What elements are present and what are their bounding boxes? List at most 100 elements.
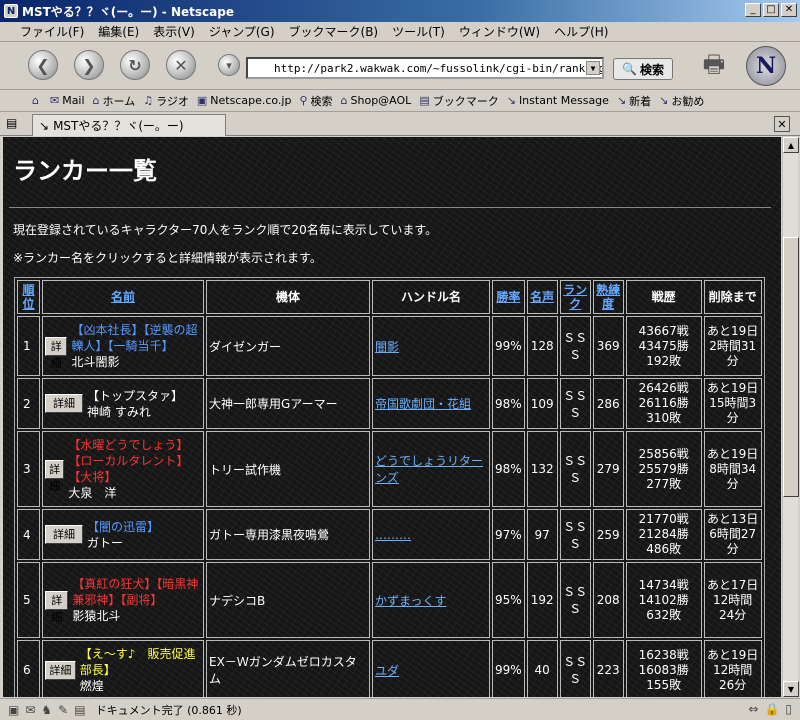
- ranker-name[interactable]: ガトー: [87, 535, 159, 551]
- tab-current[interactable]: ↘ MSTやる？？ヾ(ー。ー): [32, 114, 226, 136]
- url-dropdown-button[interactable]: ▾: [218, 54, 240, 76]
- reload-button[interactable]: ↻: [120, 50, 150, 80]
- pt-shop[interactable]: ⌂ Shop@AOL: [341, 94, 412, 107]
- ranker-titles: 【え～す♪ 販売促進部長】: [79, 647, 196, 677]
- composer-icon[interactable]: ✎: [58, 703, 68, 717]
- print-icon[interactable]: 🖶: [694, 48, 734, 86]
- header-rank-class[interactable]: ランク: [559, 280, 591, 314]
- detail-button[interactable]: 詳細: [45, 660, 76, 680]
- menu-view[interactable]: 表示(V): [153, 23, 195, 40]
- divider: [9, 207, 771, 208]
- navigation-toolbar: ❮ ❯ ↻ ✕ ▾ http://park2.wakwak.com/~fusso…: [0, 42, 800, 90]
- record-cell: 16238戦 16083勝155敗: [625, 640, 702, 697]
- win-cell: 95%: [492, 562, 525, 638]
- security-icon[interactable]: 🔒: [764, 702, 779, 716]
- netscape-icon[interactable]: N: [4, 4, 18, 18]
- pt-recommend[interactable]: ↘ お勧め: [659, 93, 704, 109]
- detail-button[interactable]: 詳細: [45, 590, 69, 624]
- forward-button[interactable]: ❯: [74, 50, 104, 80]
- table-row: 6 詳細 【え～す♪ 販売促進部長】 燃煌 EX－Ｗガンダムゼロカスタム ユダ 99…: [17, 640, 762, 697]
- delete-cell: あと19日 2時間31分: [703, 316, 762, 376]
- pt-home-toolbar[interactable]: ⌂: [32, 94, 42, 107]
- back-button[interactable]: ❮: [28, 50, 58, 80]
- pt-im[interactable]: ↘ Instant Message: [507, 94, 609, 107]
- menu-window[interactable]: ウィンドウ(W): [459, 23, 540, 40]
- ranker-name[interactable]: 大泉 洋: [68, 485, 201, 501]
- handle-link[interactable]: 闇影: [375, 340, 399, 354]
- netscape-logo[interactable]: N: [746, 46, 786, 86]
- ranker-name[interactable]: 北斗闇影: [71, 354, 201, 370]
- url-text: http://park2.wakwak.com/~fussolink/cgi-b…: [274, 61, 602, 75]
- bookmark-icon: ▤: [419, 94, 430, 107]
- new-tab-icon[interactable]: ▤: [6, 116, 17, 130]
- handle-link[interactable]: かずまっくす: [375, 594, 447, 608]
- header-skill[interactable]: 熟練度: [592, 280, 624, 314]
- mail-status-icon[interactable]: ✉: [25, 703, 35, 717]
- pt-mail[interactable]: ✉ Mail: [50, 94, 85, 107]
- scroll-down-button[interactable]: ▼: [783, 681, 799, 697]
- url-input[interactable]: http://park2.wakwak.com/~fussolink/cgi-b…: [246, 57, 604, 79]
- rank-no: 5: [17, 562, 40, 638]
- name-cell: 詳細 【闇の迅雷】 ガトー: [42, 509, 204, 560]
- maximize-button[interactable]: □: [763, 3, 779, 17]
- ranker-name[interactable]: 燃煌: [80, 678, 201, 694]
- radio-icon: ♫: [143, 94, 154, 107]
- menu-help[interactable]: ヘルプ(H): [554, 23, 608, 40]
- online-status-icon[interactable]: ⇔: [748, 702, 758, 716]
- page-title: ランカー一覧: [13, 157, 157, 185]
- header-name[interactable]: 名前: [42, 280, 204, 314]
- rank-no: 6: [17, 640, 40, 697]
- handle-link[interactable]: どうでしょうリターンズ: [375, 454, 483, 485]
- pt-netscape[interactable]: ▣ Netscape.co.jp: [197, 94, 292, 107]
- close-window-button[interactable]: ✕: [781, 3, 797, 17]
- search-button[interactable]: 🔍 検索: [613, 58, 673, 80]
- body-cell: ダイゼンガー: [206, 316, 370, 376]
- header-fame[interactable]: 名声: [526, 280, 558, 314]
- menu-tools[interactable]: ツール(T): [392, 23, 445, 40]
- minimize-button[interactable]: _: [745, 3, 761, 17]
- pt-home[interactable]: ⌂ ホーム: [93, 93, 136, 109]
- ranker-titles: 【トップスタァ】: [87, 388, 184, 403]
- detail-button[interactable]: 詳細: [45, 394, 83, 413]
- record-cell: 26426戦 26116勝310敗: [625, 378, 702, 429]
- table-row: 5 詳細 【真紅の狂犬】【暗黒神兼邪神】【副将】 影猿北斗 ナデシコB かずまっくす…: [17, 562, 762, 638]
- menu-file[interactable]: ファイル(F): [20, 23, 84, 40]
- ranker-titles: 【真紅の狂犬】【暗黒神兼邪神】【副将】: [72, 577, 199, 607]
- detail-button[interactable]: 詳細: [45, 459, 65, 493]
- fame-cell: 40: [526, 640, 558, 697]
- header-rank[interactable]: 順位: [17, 280, 40, 314]
- handle-link[interactable]: 帝国歌劇団・花組: [375, 397, 471, 411]
- lock-icon[interactable]: ▯: [785, 702, 792, 716]
- scroll-thumb[interactable]: [783, 237, 799, 497]
- stop-button[interactable]: ✕: [166, 50, 196, 80]
- ranker-name[interactable]: 影猿北斗: [72, 608, 201, 624]
- handle-link[interactable]: ………: [375, 528, 411, 542]
- pt-new[interactable]: ↘ 新着: [617, 93, 651, 109]
- aim-icon[interactable]: ♞: [41, 703, 52, 717]
- page-status-icon[interactable]: ▣: [8, 703, 19, 717]
- pt-radio[interactable]: ♫ ラジオ: [143, 93, 189, 109]
- vertical-scrollbar[interactable]: ▲ ▼: [782, 137, 799, 697]
- ranker-titles: 【闇の迅雷】: [87, 519, 160, 534]
- pt-search[interactable]: ⚲ 検索: [299, 93, 332, 109]
- rank-no: 2: [17, 378, 40, 429]
- menu-bookmarks[interactable]: ブックマーク(B): [289, 23, 379, 40]
- detail-button[interactable]: 詳細: [45, 525, 83, 544]
- close-tab-button[interactable]: ✕: [774, 116, 790, 132]
- pt-bookmark[interactable]: ▤ ブックマーク: [419, 93, 498, 109]
- menu-go[interactable]: ジャンプ(G): [209, 23, 275, 40]
- header-win[interactable]: 勝率: [492, 280, 525, 314]
- scroll-up-button[interactable]: ▲: [783, 137, 799, 153]
- url-history-dropdown[interactable]: ▼: [586, 61, 600, 75]
- click-info: ※ランカー名をクリックすると詳細情報が表示されます。: [13, 251, 322, 265]
- tab-bar: ▤ ↘ MSTやる？？ヾ(ー。ー) ✕: [0, 112, 800, 136]
- record-cell: 25856戦 25579勝277敗: [625, 431, 702, 507]
- reload-icon: ↻: [128, 55, 142, 75]
- delete-cell: あと17日 12時間24分: [703, 562, 762, 638]
- menu-edit[interactable]: 編集(E): [98, 23, 139, 40]
- address-book-icon[interactable]: ▤: [74, 703, 85, 717]
- stop-icon: ✕: [174, 55, 188, 75]
- handle-link[interactable]: ユダ: [375, 664, 399, 678]
- ranker-name[interactable]: 神崎 すみれ: [87, 404, 183, 420]
- detail-button[interactable]: 詳細: [45, 336, 68, 370]
